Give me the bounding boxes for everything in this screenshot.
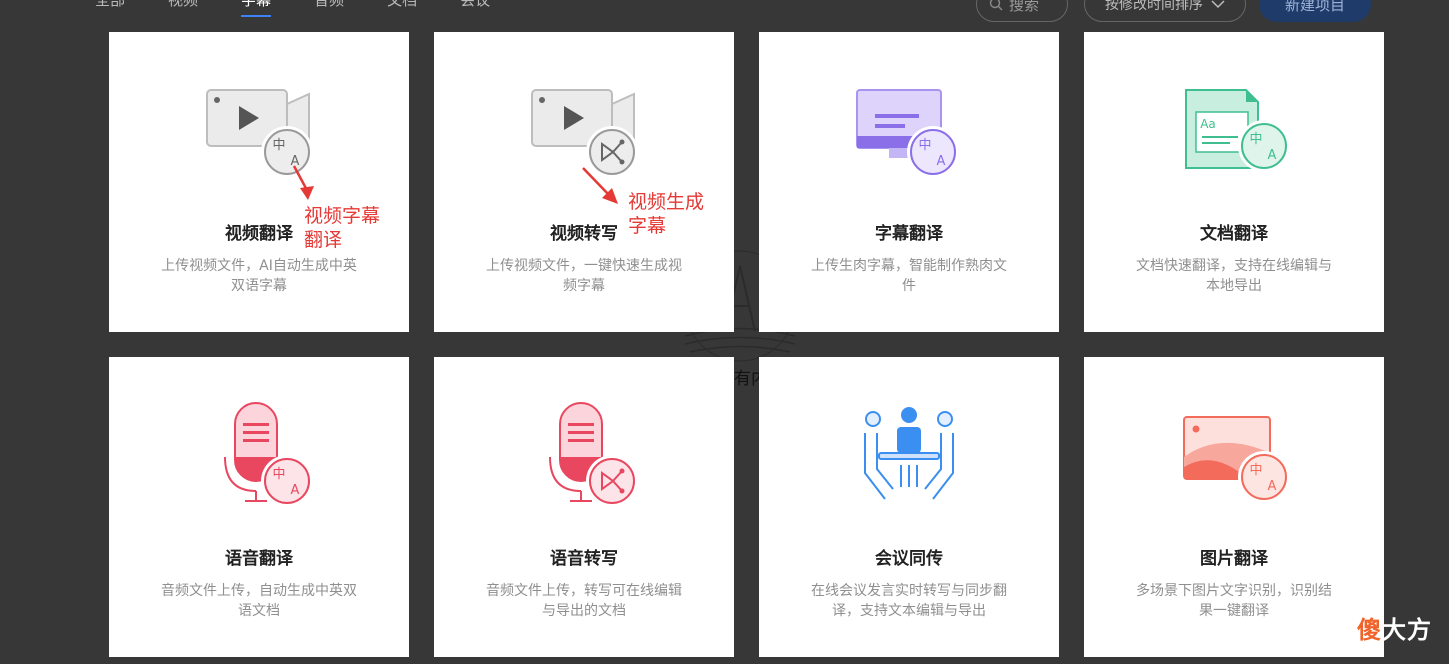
annotation-line: 视频生成: [628, 191, 705, 213]
site-logo-watermark: 傻大方: [1357, 610, 1432, 645]
annotation-video-translate: 视频字幕 翻译: [304, 204, 380, 252]
logo-text-right: 大方: [1382, 616, 1432, 644]
annotation-video-transcribe: 视频生成 字幕: [628, 190, 704, 238]
annotation-line: 翻译: [304, 229, 343, 251]
logo-text-left: 傻: [1357, 616, 1382, 644]
annotation-line: 字幕: [628, 215, 667, 237]
annotation-arrows: [292, 165, 618, 204]
annotation-line: 视频字幕: [304, 205, 381, 227]
